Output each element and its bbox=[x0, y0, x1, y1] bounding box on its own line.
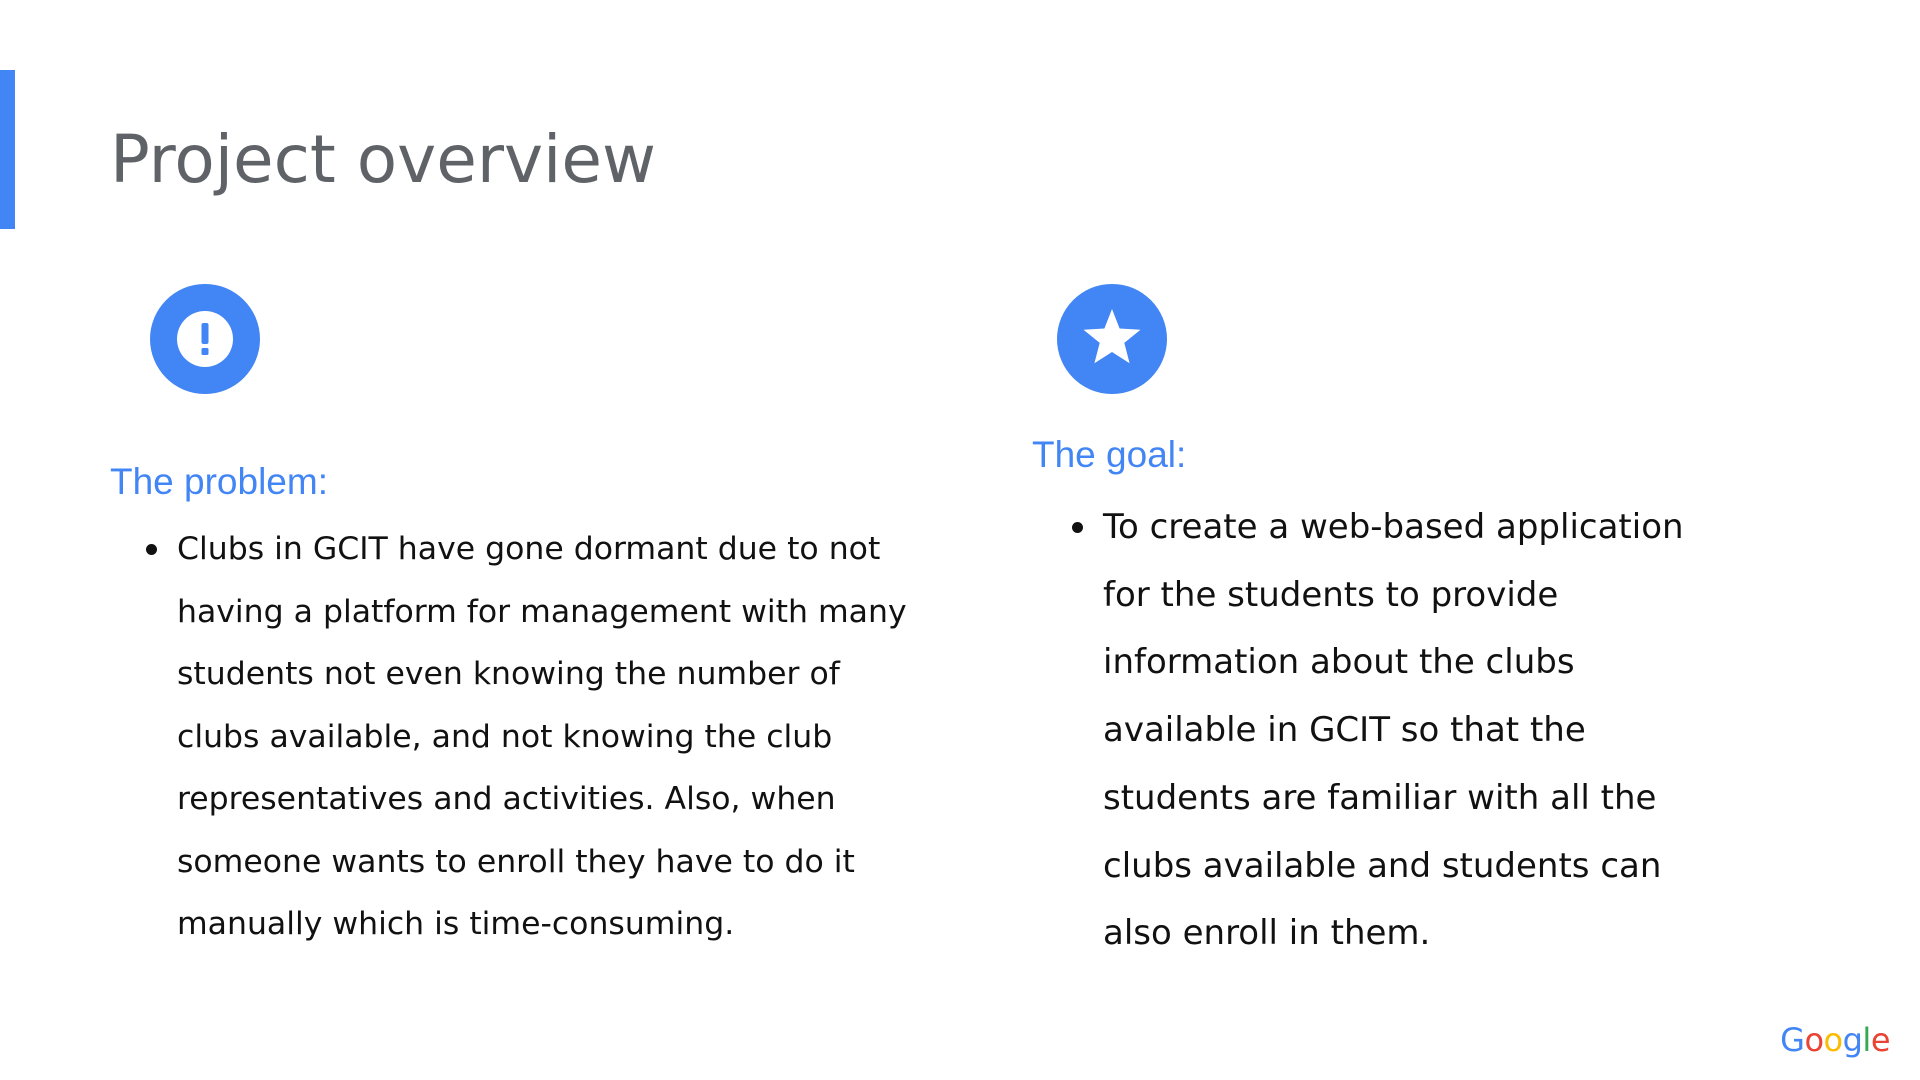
google-logo-letter: o bbox=[1804, 1021, 1824, 1059]
problem-heading: The problem: bbox=[110, 461, 328, 502]
accent-bar bbox=[0, 70, 15, 229]
exclamation-circle-icon bbox=[150, 284, 260, 394]
star-circle-icon bbox=[1057, 284, 1167, 394]
google-logo: Google bbox=[1780, 1015, 1890, 1065]
slide-title: Project overview bbox=[110, 121, 656, 198]
google-logo-letter: g bbox=[1842, 1021, 1863, 1059]
goal-bullet-list: To create a web-based application for th… bbox=[1072, 494, 1723, 968]
goal-bullet-item: To create a web-based application for th… bbox=[1072, 494, 1723, 968]
goal-heading: The goal: bbox=[1032, 434, 1187, 475]
google-logo-letter: G bbox=[1780, 1021, 1805, 1059]
problem-bullet-item: Clubs in GCIT have gone dormant due to n… bbox=[146, 518, 917, 956]
exclamation-glyph bbox=[177, 311, 233, 367]
problem-bullet-list: Clubs in GCIT have gone dormant due to n… bbox=[146, 518, 917, 956]
google-logo-letter: l bbox=[1862, 1021, 1871, 1059]
google-logo-letter: o bbox=[1823, 1021, 1844, 1059]
google-logo-letter: e bbox=[1870, 1021, 1891, 1059]
star-glyph bbox=[1083, 309, 1141, 364]
